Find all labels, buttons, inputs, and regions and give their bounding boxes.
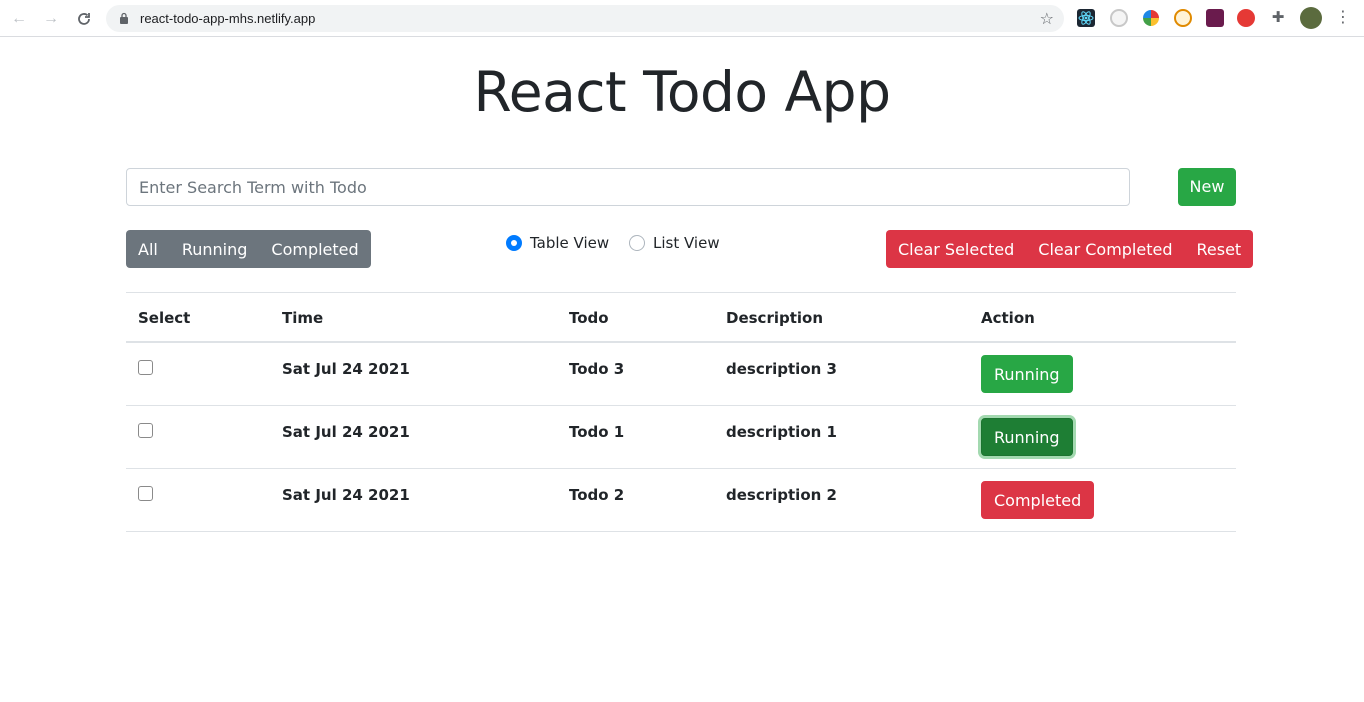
- table-row: Sat Jul 24 2021 Todo 2 description 2 Com…: [126, 469, 1236, 532]
- extension-ring-icon[interactable]: [1174, 9, 1192, 27]
- list-view-label: List View: [653, 234, 720, 252]
- header-select: Select: [138, 309, 191, 327]
- shield-extension-icon[interactable]: [1237, 9, 1255, 27]
- reload-icon[interactable]: [74, 9, 94, 29]
- row-time: Sat Jul 24 2021: [282, 486, 410, 504]
- row-description: description 2: [726, 486, 837, 504]
- row-todo: Todo 3: [569, 360, 625, 378]
- page-title: React Todo App: [473, 60, 891, 124]
- filter-completed-button[interactable]: Completed: [259, 230, 370, 268]
- address-bar[interactable]: react-todo-app-mhs.netlify.app ☆: [106, 5, 1064, 32]
- color-wheel-icon[interactable]: [1142, 9, 1160, 27]
- filter-button-group: All Running Completed: [126, 230, 371, 268]
- row-time: Sat Jul 24 2021: [282, 423, 410, 441]
- table-view-radio[interactable]: Table View: [506, 233, 609, 253]
- lock-icon: [120, 12, 128, 24]
- list-view-radio[interactable]: List View: [629, 233, 720, 253]
- radio-checked-icon[interactable]: [506, 235, 522, 251]
- radio-unchecked-icon[interactable]: [629, 235, 645, 251]
- url-text: react-todo-app-mhs.netlify.app: [140, 11, 316, 26]
- table-header: Select Time Todo Description Action: [126, 293, 1236, 343]
- status-running-button[interactable]: Running: [981, 355, 1073, 393]
- filter-running-button[interactable]: Running: [170, 230, 260, 268]
- clear-selected-button[interactable]: Clear Selected: [886, 230, 1026, 268]
- header-todo: Todo: [569, 309, 609, 327]
- status-running-button[interactable]: Running: [981, 418, 1073, 456]
- clear-completed-button[interactable]: Clear Completed: [1026, 230, 1184, 268]
- avatar[interactable]: [1300, 7, 1322, 29]
- back-arrow-icon[interactable]: ←: [9, 9, 29, 29]
- kebab-menu-icon[interactable]: ⋮: [1335, 8, 1351, 28]
- clear-button-group: Clear Selected Clear Completed Reset: [886, 230, 1254, 268]
- table-row: Sat Jul 24 2021 Todo 1 description 1 Run…: [126, 406, 1236, 469]
- new-button[interactable]: New: [1178, 168, 1236, 206]
- puzzle-extensions-icon[interactable]: ✚: [1269, 9, 1287, 27]
- row-todo: Todo 1: [569, 423, 625, 441]
- row-time: Sat Jul 24 2021: [282, 360, 410, 378]
- reset-button[interactable]: Reset: [1185, 230, 1254, 268]
- header-description: Description: [726, 309, 824, 327]
- header-action: Action: [981, 309, 1035, 327]
- select-checkbox[interactable]: [138, 486, 153, 501]
- forward-arrow-icon[interactable]: →: [41, 9, 61, 29]
- react-devtools-icon[interactable]: [1077, 9, 1095, 27]
- status-completed-button[interactable]: Completed: [981, 481, 1095, 519]
- browser-toolbar: ← → react-todo-app-mhs.netlify.app ☆ ✚ ⋮: [0, 0, 1364, 37]
- filter-all-button[interactable]: All: [126, 230, 170, 268]
- row-description: description 3: [726, 360, 837, 378]
- todo-table: Select Time Todo Description Action Sat …: [126, 292, 1236, 532]
- extension-circle-icon[interactable]: [1110, 9, 1128, 27]
- star-icon[interactable]: ☆: [1040, 9, 1054, 29]
- table-view-label: Table View: [530, 234, 610, 252]
- search-input[interactable]: [126, 168, 1130, 206]
- select-checkbox[interactable]: [138, 360, 153, 375]
- row-description: description 1: [726, 423, 837, 441]
- table-row: Sat Jul 24 2021 Todo 3 description 3 Run…: [126, 343, 1236, 406]
- select-checkbox[interactable]: [138, 423, 153, 438]
- header-time: Time: [282, 309, 324, 327]
- row-todo: Todo 2: [569, 486, 625, 504]
- extension-square-icon[interactable]: [1206, 9, 1224, 27]
